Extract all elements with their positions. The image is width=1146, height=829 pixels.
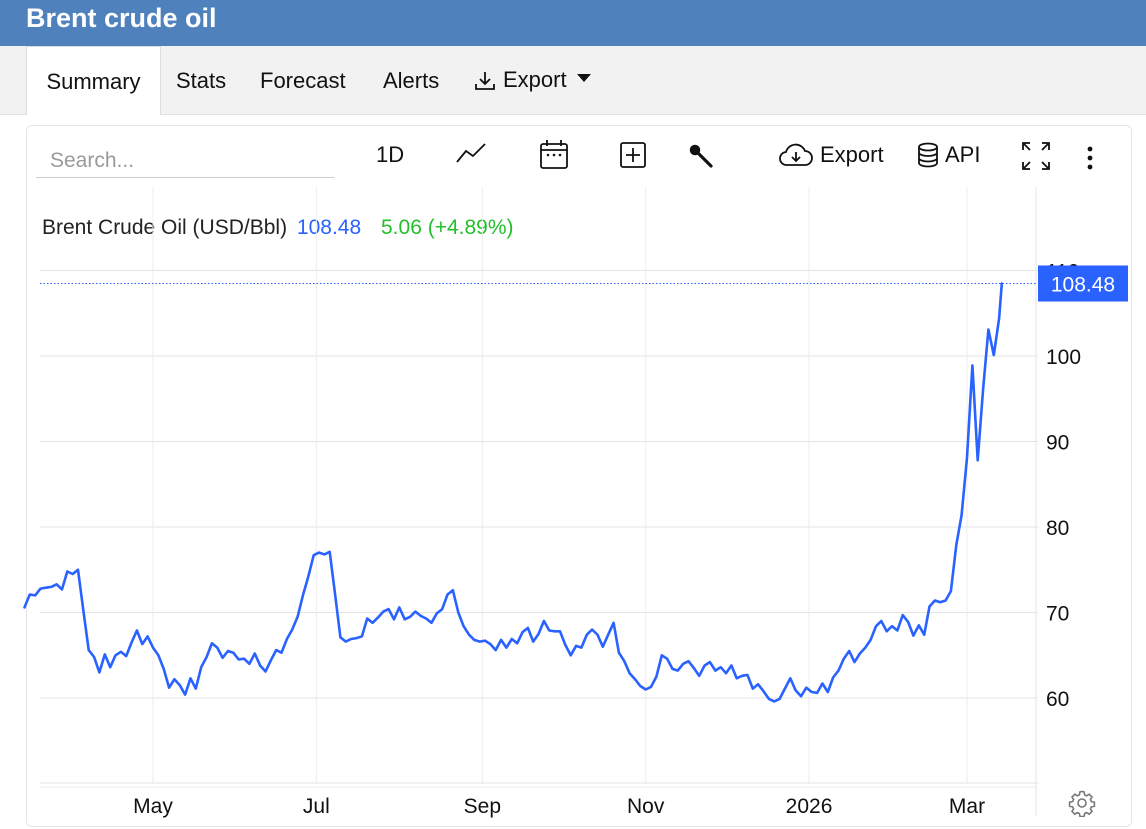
price-chart[interactable]: 60708090100110MayJulSepNov2026Mar108.48 (0, 0, 1146, 829)
x-tick-label: May (133, 795, 173, 818)
y-tick-label: 70 (1046, 603, 1069, 626)
x-tick-label: 2026 (786, 795, 833, 818)
price-series-line (23, 282, 1004, 703)
x-tick-label: Jul (303, 795, 330, 818)
x-tick-label: Nov (627, 795, 665, 818)
y-tick-label: 60 (1046, 688, 1069, 711)
x-tick-label: Sep (464, 795, 501, 818)
x-tick-label: Mar (949, 795, 985, 818)
y-tick-label: 80 (1046, 517, 1069, 540)
gear-icon (1068, 790, 1096, 818)
y-tick-label: 90 (1046, 432, 1069, 455)
current-price-label: 108.48 (1051, 273, 1115, 296)
y-tick-label: 100 (1046, 346, 1081, 369)
chart-settings-button[interactable] (1068, 789, 1096, 822)
